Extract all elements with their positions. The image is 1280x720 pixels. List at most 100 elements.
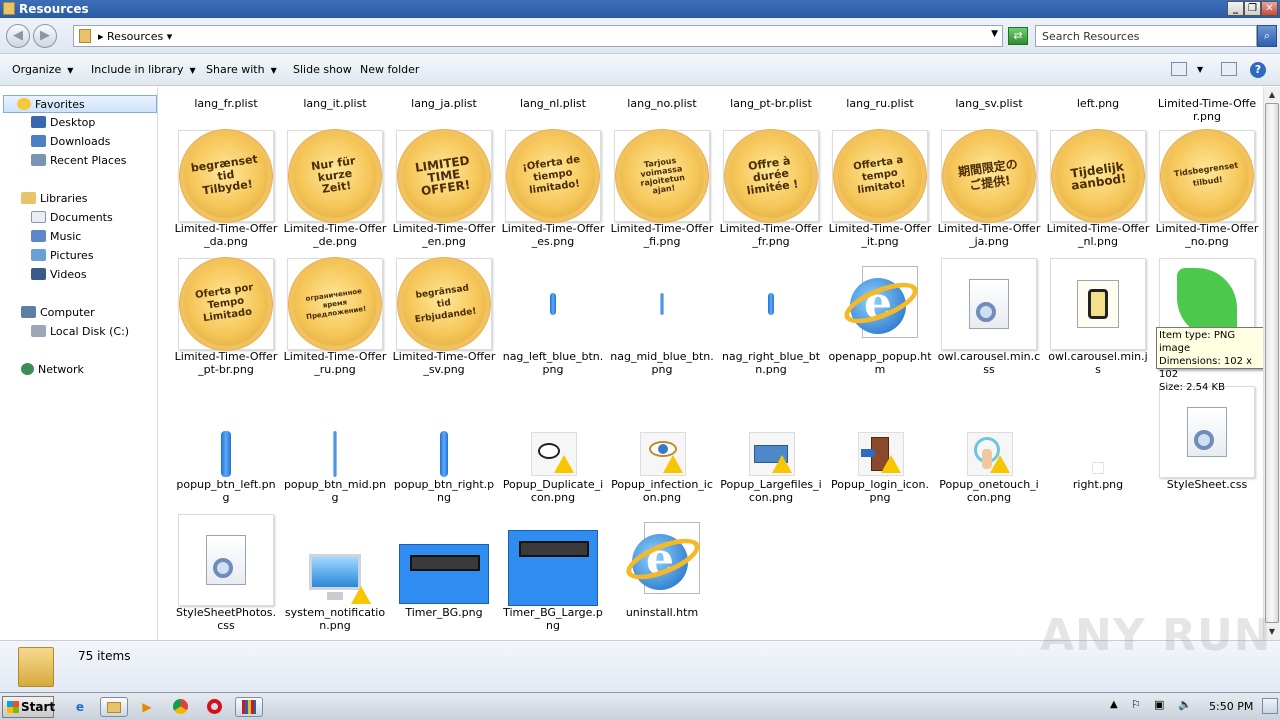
file-item[interactable]: system_notification.png [283, 514, 387, 632]
help-icon[interactable]: ? [1250, 62, 1266, 78]
command-bar: Organize ▼ Include in library ▼ Share with… [0, 54, 1280, 86]
forward-button[interactable]: ▶ [33, 24, 57, 48]
file-item[interactable]: left.png [1046, 87, 1150, 110]
vertical-scrollbar[interactable]: ▲ ▼ [1263, 87, 1280, 640]
file-item[interactable]: nag_mid_blue_btn.png [610, 258, 714, 376]
file-item[interactable]: StyleSheet.css [1155, 386, 1259, 491]
file-item[interactable]: Nur für kurze Zeit! Limited-Time-Offer_de… [283, 128, 387, 248]
nav-favorites[interactable]: Favorites [3, 95, 157, 113]
internet-explorer-icon[interactable]: e [69, 697, 91, 717]
file-item[interactable]: Timer_BG.png [392, 514, 496, 619]
breadcrumb[interactable]: ▸ Resources ▾ [98, 30, 172, 43]
css-file-icon [206, 535, 246, 585]
file-item[interactable]: Popup_login_icon.png [828, 386, 932, 504]
nav-music[interactable]: Music [31, 228, 81, 246]
file-item[interactable]: lang_fr.plist [174, 87, 278, 110]
file-item[interactable]: e uninstall.htm [610, 514, 714, 619]
nav-pictures[interactable]: Pictures [31, 247, 94, 265]
file-item[interactable]: begrænset tid Tilbyde! Limited-Time-Offer… [174, 128, 278, 248]
opera-icon[interactable] [203, 697, 225, 717]
network-tray-icon[interactable]: ▣ [1154, 698, 1164, 711]
file-item[interactable]: lang_pt-br.plist [719, 87, 823, 110]
nav-computer[interactable]: Computer [21, 304, 95, 322]
flag-icon[interactable]: ⚐ [1131, 698, 1141, 711]
chevron-up-icon[interactable]: ▲ [1110, 699, 1118, 710]
nav-downloads[interactable]: Downloads [31, 133, 110, 151]
maximize-button[interactable]: ❐ [1244, 1, 1261, 16]
start-button[interactable]: Start [2, 696, 55, 718]
file-item[interactable]: Offre à durée limitée ! Limited-Time-Offe… [719, 128, 823, 248]
media-player-icon[interactable]: ▶ [136, 697, 158, 717]
chevron-down-icon[interactable]: ▼ [1197, 65, 1203, 74]
close-button[interactable]: ✕ [1261, 1, 1278, 16]
file-item[interactable]: lang_it.plist [283, 87, 387, 110]
file-item[interactable]: Tarjous voimassa rajoitetun ajan! Limited… [610, 128, 714, 248]
file-item[interactable]: owl.carousel.min.js [1046, 258, 1150, 376]
chrome-icon[interactable] [169, 697, 191, 717]
file-name: owl.carousel.min.css [937, 350, 1041, 376]
file-item[interactable]: Oferta por Tempo Limitado Limited-Time-Of… [174, 256, 278, 376]
file-item[interactable]: ограниченное время Предложение! Limited-T… [283, 256, 387, 376]
archiver-icon[interactable] [235, 697, 263, 717]
file-item[interactable]: popup_btn_right.png [392, 386, 496, 504]
file-item[interactable]: lang_nl.plist [501, 87, 605, 110]
file-item[interactable]: Limited-Time-Offer.png [1155, 87, 1259, 123]
file-item[interactable]: lang_no.plist [610, 87, 714, 110]
show-desktop-button[interactable] [1262, 698, 1278, 714]
scroll-up-arrow[interactable]: ▲ [1264, 87, 1280, 103]
share-with-button[interactable]: Share with ▼ [206, 63, 277, 76]
file-item[interactable]: ¡Oferta de tiempo limitado! Limited-Time-… [501, 128, 605, 248]
clock[interactable]: 5:50 PM [1209, 700, 1253, 713]
file-item[interactable]: e openapp_popup.htm [828, 258, 932, 376]
file-item[interactable]: StyleSheetPhotos.css [174, 514, 278, 632]
file-item[interactable]: nag_right_blue_btn.png [719, 258, 823, 376]
file-item[interactable]: popup_btn_left.png [174, 386, 278, 504]
search-icon[interactable]: ⌕ [1257, 25, 1277, 47]
css-file-icon [969, 279, 1009, 329]
file-item[interactable]: right.png [1046, 386, 1150, 491]
minimize-button[interactable]: _ [1227, 1, 1244, 16]
explorer-taskbar-button[interactable] [100, 697, 128, 717]
file-item[interactable]: lang_ja.plist [392, 87, 496, 110]
file-item[interactable]: Tidsbegrenset tilbud! Limited-Time-Offer_… [1155, 128, 1259, 248]
file-item[interactable]: Popup_Largefiles_icon.png [719, 386, 823, 504]
file-item[interactable]: lang_ru.plist [828, 87, 932, 110]
new-folder-button[interactable]: New folder [360, 63, 419, 76]
file-item[interactable]: Timer_BG_Large.png [501, 514, 605, 632]
file-item[interactable]: Popup_infection_icon.png [610, 386, 714, 504]
search-input[interactable]: Search Resources [1035, 25, 1257, 47]
file-name: popup_btn_mid.png [283, 478, 387, 504]
address-bar[interactable]: ▸ Resources ▾ ▼ [73, 25, 1003, 47]
volume-icon[interactable]: 🔈 [1178, 698, 1192, 711]
nav-desktop[interactable]: Desktop [31, 114, 95, 132]
breadcrumb-resources[interactable]: Resources [107, 30, 163, 43]
file-item[interactable]: begränsad tid Erbjudande! Limited-Time-Of… [392, 256, 496, 376]
file-item[interactable]: lang_sv.plist [937, 87, 1041, 110]
nav-libraries[interactable]: Libraries [21, 190, 88, 208]
slide-show-button[interactable]: Slide show [293, 63, 352, 76]
scroll-thumb[interactable] [1265, 103, 1279, 623]
file-item[interactable]: Tijdelijk aanbod! Limited-Time-Offer_nl.p… [1046, 128, 1150, 248]
file-item[interactable]: 期間限定のご提供! Limited-Time-Offer_ja.png [937, 128, 1041, 248]
refresh-button[interactable]: ⇄ [1008, 27, 1028, 45]
preview-pane-icon[interactable] [1221, 62, 1237, 76]
back-button[interactable]: ◀ [6, 24, 30, 48]
js-file-icon [1077, 280, 1119, 328]
nav-recent-places[interactable]: Recent Places [31, 152, 127, 170]
nav-local-disk[interactable]: Local Disk (C:) [31, 323, 129, 341]
chevron-down-icon[interactable]: ▼ [991, 29, 998, 39]
organize-button[interactable]: Organize ▼ [12, 63, 73, 76]
include-in-library-button[interactable]: Include in library ▼ [91, 63, 196, 76]
view-options-icon[interactable] [1171, 62, 1187, 76]
file-item[interactable]: nag_left_blue_btn.png [501, 258, 605, 376]
file-item[interactable]: LIMITED TIME OFFER! Limited-Time-Offer_en… [392, 128, 496, 248]
nav-network[interactable]: Network [21, 361, 84, 379]
nav-videos[interactable]: Videos [31, 266, 87, 284]
file-name: lang_ru.plist [846, 97, 914, 110]
file-item[interactable]: Popup_Duplicate_icon.png [501, 386, 605, 504]
file-item[interactable]: Offerta a tempo limitato! Limited-Time-Of… [828, 128, 932, 248]
file-item[interactable]: owl.carousel.min.css [937, 258, 1041, 376]
file-item[interactable]: popup_btn_mid.png [283, 386, 387, 504]
nav-documents[interactable]: Documents [31, 209, 113, 227]
file-item[interactable]: Popup_onetouch_icon.png [937, 386, 1041, 504]
